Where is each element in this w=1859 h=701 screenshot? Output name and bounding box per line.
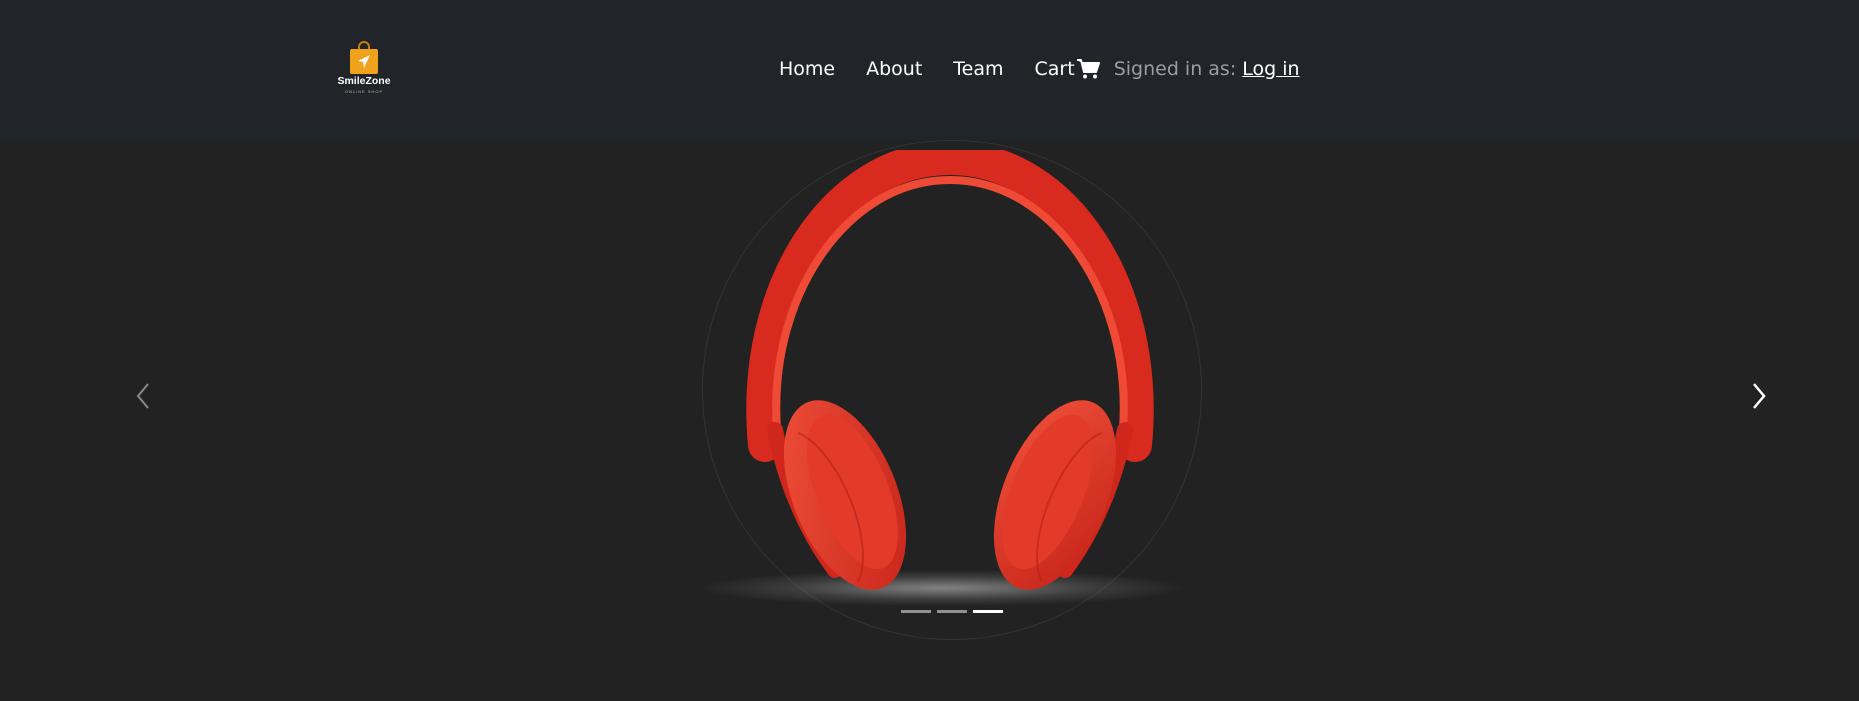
product-carousel [0, 140, 1859, 701]
main-nav: Home About Team Cart Signed in as: Log i… [779, 55, 1300, 83]
navbar: SmileZone ONLINE SHOP Home About Team Ca… [0, 0, 1859, 140]
carousel-indicator-2[interactable] [937, 610, 967, 613]
chevron-right-icon [1753, 383, 1766, 409]
brand-logo[interactable]: SmileZone ONLINE SHOP [334, 38, 394, 98]
nav-home[interactable]: Home [779, 58, 835, 80]
cart-icon [1076, 59, 1100, 79]
nav-team[interactable]: Team [953, 58, 1003, 80]
shopping-bag-icon [350, 41, 378, 74]
chevron-left-icon [136, 383, 149, 409]
carousel-indicators [901, 610, 1003, 613]
carousel-prev-button[interactable] [128, 376, 158, 416]
carousel-next-button[interactable] [1744, 376, 1774, 416]
signed-in-label: Signed in as: [1113, 58, 1237, 80]
nav-about[interactable]: About [866, 58, 922, 80]
brand-name: SmileZone [337, 75, 391, 87]
brand-tagline: ONLINE SHOP [344, 89, 384, 94]
login-link[interactable]: Log in [1242, 58, 1299, 80]
carousel-indicator-1[interactable] [901, 610, 931, 613]
headphones-image [746, 150, 1154, 590]
nav-cart[interactable]: Cart [1035, 58, 1100, 80]
carousel-indicator-3[interactable] [973, 610, 1003, 613]
cart-label: Cart [1034, 58, 1075, 80]
